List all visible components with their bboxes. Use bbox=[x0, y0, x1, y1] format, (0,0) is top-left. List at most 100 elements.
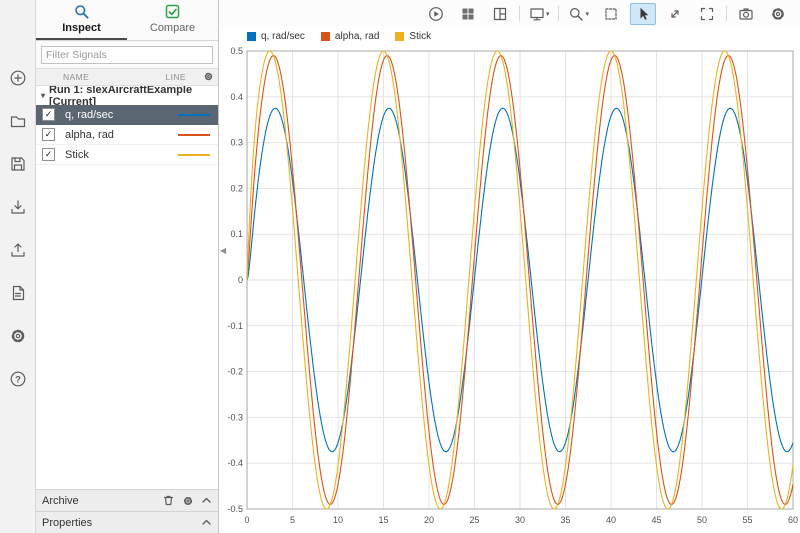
toolbar-separator bbox=[518, 6, 520, 21]
floppy-disk-icon bbox=[9, 155, 27, 173]
help-button[interactable]: ? bbox=[8, 369, 28, 388]
signal-line-swatch bbox=[178, 113, 210, 116]
legend-label: alpha, rad bbox=[334, 31, 380, 42]
y-tick-label: -0.5 bbox=[228, 504, 244, 514]
plot-pane: ▾ ▾ q, rad/sec alpha, rad Stick 0 5 10 15 20 25… bbox=[219, 0, 800, 533]
toolbar-separator bbox=[726, 6, 727, 21]
open-button[interactable] bbox=[8, 111, 28, 130]
y-tick-label: -0.4 bbox=[228, 458, 244, 468]
simulation-data-inspector-window: ? Inspect Compare NAME LINE ▾ Run 1: sle… bbox=[0, 0, 800, 533]
create-report-button[interactable] bbox=[8, 283, 28, 302]
x-tick-label: 30 bbox=[515, 515, 525, 525]
y-tick-label: 0.3 bbox=[231, 138, 244, 148]
display-options-button[interactable]: ▾ bbox=[526, 3, 553, 25]
tab-compare[interactable]: Compare bbox=[127, 0, 218, 40]
fit-to-view-button[interactable] bbox=[598, 3, 624, 25]
snapshot-button[interactable] bbox=[733, 3, 759, 25]
chevron-down-icon: ▾ bbox=[545, 10, 550, 18]
fullscreen-button[interactable] bbox=[694, 3, 720, 25]
signal-checkbox[interactable]: ✓ bbox=[42, 128, 55, 141]
run-group-row[interactable]: ▾ Run 1: slexAircraftExample [Current] bbox=[36, 84, 218, 108]
x-tick-label: 0 bbox=[245, 515, 250, 525]
x-tick-label: 10 bbox=[333, 515, 343, 525]
y-tick-label: -0.3 bbox=[228, 412, 244, 422]
zoom-menu-button[interactable]: ▾ bbox=[565, 3, 592, 25]
save-button[interactable] bbox=[8, 154, 28, 173]
help-icon: ? bbox=[9, 370, 27, 388]
legend-label: Stick bbox=[409, 31, 432, 42]
tab-compare-label: Compare bbox=[149, 22, 196, 34]
column-options-icon[interactable] bbox=[203, 71, 214, 82]
legend-item[interactable]: alpha, rad bbox=[320, 31, 380, 42]
compare-check-icon bbox=[165, 4, 180, 19]
legend-item[interactable]: q, rad/sec bbox=[247, 31, 305, 42]
x-tick-label: 40 bbox=[606, 515, 616, 525]
legend-swatch bbox=[320, 32, 330, 41]
export-arrow-icon bbox=[9, 241, 27, 259]
x-tick-label: 25 bbox=[470, 515, 480, 525]
x-tick-label: 15 bbox=[379, 515, 389, 525]
signal-line-swatch bbox=[178, 153, 210, 156]
tab-inspect[interactable]: Inspect bbox=[36, 0, 127, 40]
y-tick-label: -0.2 bbox=[228, 367, 244, 377]
signal-row-q[interactable]: ✓ q, rad/sec bbox=[36, 105, 218, 125]
collapse-caret-icon[interactable]: ▾ bbox=[41, 91, 45, 100]
plus-circle-icon bbox=[9, 69, 27, 87]
x-tick-label: 5 bbox=[290, 515, 295, 525]
x-tick-label: 60 bbox=[788, 515, 798, 525]
properties-label: Properties bbox=[42, 516, 93, 529]
plot-canvas[interactable]: 0 5 10 15 20 25 30 35 40 45 50 55 60 -0.5 -0.4 -0.3 -0.2… bbox=[219, 46, 800, 533]
signal-name-label: q, rad/sec bbox=[65, 108, 114, 121]
import-button[interactable] bbox=[8, 197, 28, 216]
y-tick-label: 0 bbox=[238, 275, 243, 285]
column-name-label: NAME bbox=[63, 72, 90, 82]
signal-row-alpha[interactable]: ✓ alpha, rad bbox=[36, 125, 218, 145]
archive-label: Archive bbox=[42, 494, 79, 507]
run-button[interactable] bbox=[423, 3, 449, 25]
archive-collapse-chevron-icon[interactable] bbox=[201, 495, 212, 506]
add-button[interactable] bbox=[8, 68, 28, 87]
panel-tabs: Inspect Compare bbox=[36, 0, 218, 41]
x-tick-label: 35 bbox=[561, 515, 571, 525]
signal-checkbox[interactable]: ✓ bbox=[42, 148, 55, 161]
signal-line-swatch bbox=[178, 133, 210, 136]
y-tick-label: -0.1 bbox=[228, 321, 244, 331]
trash-icon[interactable] bbox=[162, 494, 175, 507]
x-tick-label: 20 bbox=[424, 515, 434, 525]
properties-collapse-chevron-icon[interactable] bbox=[201, 517, 212, 528]
filter-row bbox=[36, 41, 218, 68]
y-tick-label: 0.1 bbox=[231, 229, 244, 239]
signal-checkbox[interactable]: ✓ bbox=[42, 108, 55, 121]
legend-label: q, rad/sec bbox=[261, 31, 305, 42]
pointer-tool-button[interactable] bbox=[630, 2, 656, 25]
collapse-panel-handle[interactable]: ◀ bbox=[220, 246, 226, 255]
plot-legend: q, rad/sec alpha, rad Stick bbox=[219, 27, 800, 46]
export-button[interactable] bbox=[8, 240, 28, 259]
plot-settings-button[interactable] bbox=[765, 3, 791, 25]
layout-grid-button[interactable] bbox=[455, 3, 481, 25]
signal-list-empty-area bbox=[36, 165, 218, 489]
legend-swatch bbox=[395, 32, 405, 41]
properties-section-header[interactable]: Properties bbox=[36, 511, 218, 533]
signal-name-label: Stick bbox=[65, 148, 89, 161]
gear-icon bbox=[9, 327, 27, 345]
inspect-panel: Inspect Compare NAME LINE ▾ Run 1: slexA… bbox=[36, 0, 219, 533]
legend-item[interactable]: Stick bbox=[395, 31, 431, 42]
folder-icon bbox=[9, 112, 27, 130]
filter-signals-input[interactable] bbox=[41, 46, 213, 64]
signal-name-label: alpha, rad bbox=[65, 128, 114, 141]
archive-settings-gear-icon[interactable] bbox=[182, 495, 194, 507]
signal-table-header: NAME LINE bbox=[36, 68, 218, 86]
archive-section-header[interactable]: Archive bbox=[36, 489, 218, 511]
signal-row-stick[interactable]: ✓ Stick bbox=[36, 145, 218, 165]
tab-inspect-label: Inspect bbox=[62, 22, 101, 34]
expand-button[interactable] bbox=[662, 3, 688, 25]
import-arrow-icon bbox=[9, 198, 27, 216]
preferences-button[interactable] bbox=[8, 326, 28, 345]
column-line-label: LINE bbox=[165, 72, 186, 82]
layout-split-button[interactable] bbox=[487, 3, 513, 25]
x-tick-label: 50 bbox=[697, 515, 707, 525]
x-tick-label: 55 bbox=[742, 515, 752, 525]
x-tick-label: 45 bbox=[651, 515, 661, 525]
legend-swatch bbox=[247, 32, 256, 41]
